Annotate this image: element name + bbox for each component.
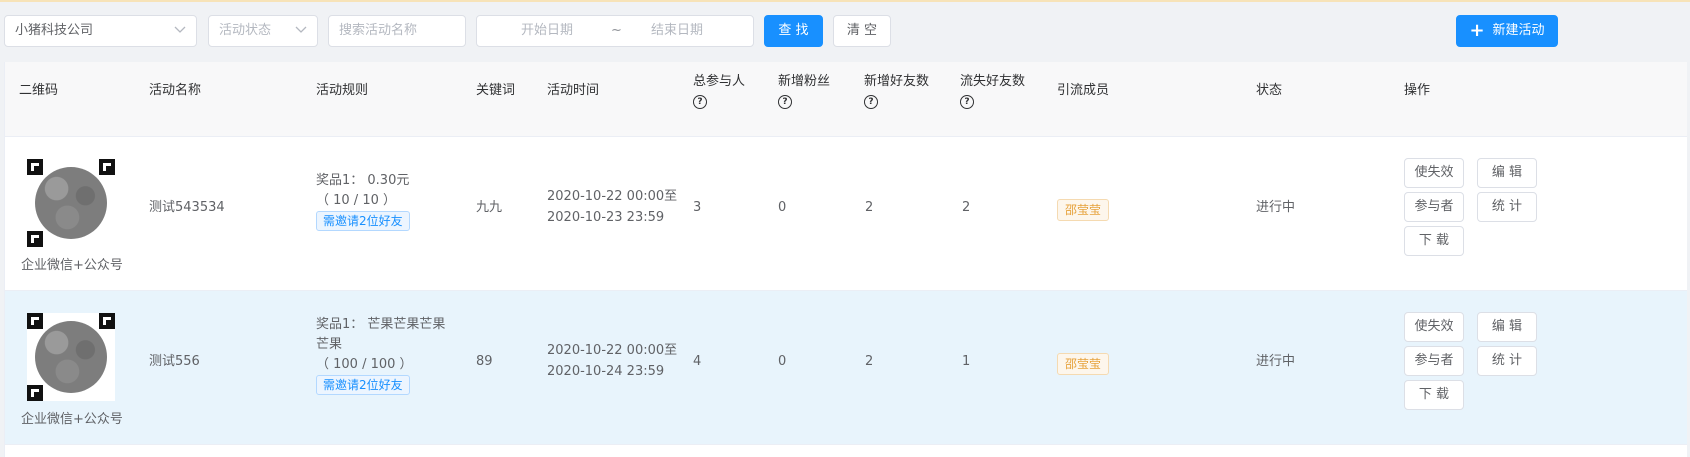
activity-table: 二维码 活动名称 活动规则 关键词 活动时间 总参与人 ? 新增粉丝 ? 新增好… [4,62,1687,457]
header-action: 操作 [1404,83,1431,98]
header-qrcode: 二维码 [19,83,59,98]
qr-finder-pattern [27,159,43,175]
participants-button[interactable]: 参与者 [1404,346,1464,376]
header-status: 状态 [1256,83,1283,98]
qr-finder-pattern [27,313,43,329]
chevron-down-icon [174,26,186,33]
total-participants: 4 [693,354,702,369]
total-participants: 3 [693,200,702,215]
qr-finder-pattern [27,385,43,401]
header-rule: 活动规则 [316,83,369,98]
header-new-friends-label: 新增好友数 [864,74,930,89]
search-button[interactable]: 查 找 [764,15,823,47]
time-start: 2020-10-22 00:00至 [547,343,678,358]
rule-progress: （ 10 / 10 ） [316,193,396,208]
start-date-placeholder[interactable]: 开始日期 [521,16,573,46]
new-activity-button[interactable]: + 新建活动 [1456,15,1558,47]
download-button[interactable]: 下 载 [1404,226,1464,256]
qr-caption: 企业微信+公众号 [21,258,123,273]
qr-finder-pattern [99,313,115,329]
help-icon[interactable]: ? [960,95,974,109]
date-range-picker[interactable]: 开始日期 ~ 结束日期 [476,15,754,47]
activity-time: 2020-10-22 00:00至 2020-10-23 23:59 [547,186,677,228]
end-date-placeholder[interactable]: 结束日期 [651,16,703,46]
new-fans: 0 [778,200,787,215]
lost-friends: 2 [962,200,971,215]
status-text: 进行中 [1256,354,1296,369]
member-tag: 邵莹莹 [1057,199,1110,221]
help-icon[interactable]: ? [778,95,792,109]
chevron-down-icon [295,26,307,33]
table-row: 企业微信+公众号 测试556 奖品1： 芒果芒果芒果 芒果 （ 100 / 10… [5,291,1687,445]
status-select[interactable]: 活动状态 [208,15,318,47]
activity-rule: 奖品1： 0.30元 （ 10 / 10 ） 需邀请2位好友 [316,171,410,232]
time-end: 2020-10-23 23:59 [547,210,665,225]
participants-button[interactable]: 参与者 [1404,192,1464,222]
time-start: 2020-10-22 00:00至 [547,189,678,204]
header-lost-friends: 流失好友数 ? [960,72,1025,109]
table-row: 企业微信+公众号 测试543534 奖品1： 0.30元 （ 10 / 10 ）… [5,137,1687,291]
rule-prize-continued: 芒果 [316,337,343,352]
member-tag: 邵莹莹 [1057,353,1110,375]
download-button[interactable]: 下 载 [1404,380,1464,410]
header-new-fans: 新增粉丝 ? [778,72,830,109]
activity-time: 2020-10-22 00:00至 2020-10-24 23:59 [547,340,677,382]
invite-requirement-tag: 需邀请2位好友 [316,375,410,395]
header-name: 活动名称 [149,83,202,98]
company-select[interactable]: 小猪科技公司 [4,15,197,47]
header-new-fans-label: 新增粉丝 [778,74,831,89]
rule-prize: 奖品1： 芒果芒果芒果 [316,317,446,332]
invalidate-button[interactable]: 使失效 [1404,312,1464,342]
status-text: 进行中 [1256,200,1296,215]
activity-name: 测试556 [149,354,200,369]
new-friends: 2 [865,354,874,369]
header-keyword: 关键词 [476,83,516,98]
new-fans: 0 [778,354,787,369]
table-header: 二维码 活动名称 活动规则 关键词 活动时间 总参与人 ? 新增粉丝 ? 新增好… [5,62,1687,137]
edit-button[interactable]: 编 辑 [1477,312,1537,342]
plus-icon: + [1469,20,1485,41]
qr-blurred-area [35,321,107,393]
status-select-placeholder: 活动状态 [219,23,272,38]
help-icon[interactable]: ? [693,95,707,109]
activity-rule: 奖品1： 芒果芒果芒果 芒果 （ 100 / 100 ） 需邀请2位好友 [316,315,445,396]
lost-friends: 1 [962,354,971,369]
rule-progress: （ 100 / 100 ） [316,357,413,372]
qr-blurred-area [35,167,107,239]
keyword: 九九 [476,200,503,215]
stats-button[interactable]: 统 计 [1477,346,1537,376]
time-end: 2020-10-24 23:59 [547,364,665,379]
company-select-value: 小猪科技公司 [15,23,94,38]
invite-requirement-tag: 需邀请2位好友 [316,211,410,231]
activity-name: 测试543534 [149,200,225,215]
header-lost-friends-label: 流失好友数 [960,74,1026,89]
qr-caption: 企业微信+公众号 [21,412,123,427]
stats-button[interactable]: 统 计 [1477,192,1537,222]
keyword: 89 [476,354,493,369]
qrcode-image[interactable] [27,159,115,247]
edit-button[interactable]: 编 辑 [1477,158,1537,188]
qr-finder-pattern [27,231,43,247]
activity-name-search-input[interactable]: 搜索活动名称 [328,15,466,47]
qrcode-image[interactable] [27,313,115,401]
new-activity-label: 新建活动 [1492,23,1545,38]
header-member: 引流成员 [1057,83,1110,98]
header-total: 总参与人 ? [693,72,745,109]
help-icon[interactable]: ? [864,95,878,109]
date-range-separator: ~ [611,23,622,38]
new-friends: 2 [865,200,874,215]
rule-prize: 奖品1： 0.30元 [316,173,410,188]
qr-finder-pattern [99,159,115,175]
header-new-friends: 新增好友数 ? [864,72,929,109]
header-time: 活动时间 [547,83,600,98]
invalidate-button[interactable]: 使失效 [1404,158,1464,188]
top-border-line [0,0,1690,2]
search-input-placeholder: 搜索活动名称 [339,23,418,38]
clear-button[interactable]: 清 空 [833,15,891,47]
header-total-label: 总参与人 [693,74,746,89]
